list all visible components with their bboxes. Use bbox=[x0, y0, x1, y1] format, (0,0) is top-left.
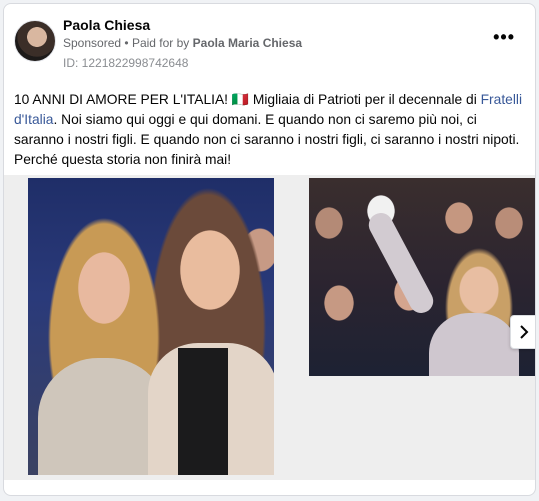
photo-carousel bbox=[4, 175, 535, 480]
more-options-icon[interactable]: ••• bbox=[493, 28, 515, 46]
post-text: 10 ANNI DI AMORE PER L'ITALIA! 🇮🇹 Miglia… bbox=[14, 90, 529, 170]
paid-for-name: Paola Maria Chiesa bbox=[192, 36, 303, 50]
author-avatar[interactable] bbox=[14, 20, 56, 62]
ad-post-card: Paola Chiesa Sponsored • Paid for by Pao… bbox=[3, 3, 536, 496]
post-text-part-1: 10 ANNI DI AMORE PER L'ITALIA! 🇮🇹 Miglia… bbox=[14, 92, 481, 107]
photo-detail bbox=[429, 313, 519, 376]
carousel-photo-1[interactable] bbox=[28, 178, 274, 475]
author-name[interactable]: Paola Chiesa bbox=[63, 17, 150, 33]
post-text-part-2: . Noi siamo qui oggi e qui domani. E qua… bbox=[14, 112, 520, 167]
photo-detail bbox=[178, 348, 228, 475]
carousel-photo-2[interactable] bbox=[309, 178, 535, 376]
separator-dot: • bbox=[124, 36, 129, 50]
carousel-next-button[interactable] bbox=[510, 315, 535, 349]
paid-for-prefix: Paid for by bbox=[131, 36, 190, 50]
ad-id: ID: 1221822998742648 bbox=[63, 56, 189, 70]
sponsored-line: Sponsored • Paid for by Paola Maria Chie… bbox=[63, 36, 302, 50]
sponsored-label: Sponsored bbox=[63, 36, 122, 50]
chevron-right-icon bbox=[520, 325, 529, 339]
photo-detail bbox=[364, 208, 438, 318]
